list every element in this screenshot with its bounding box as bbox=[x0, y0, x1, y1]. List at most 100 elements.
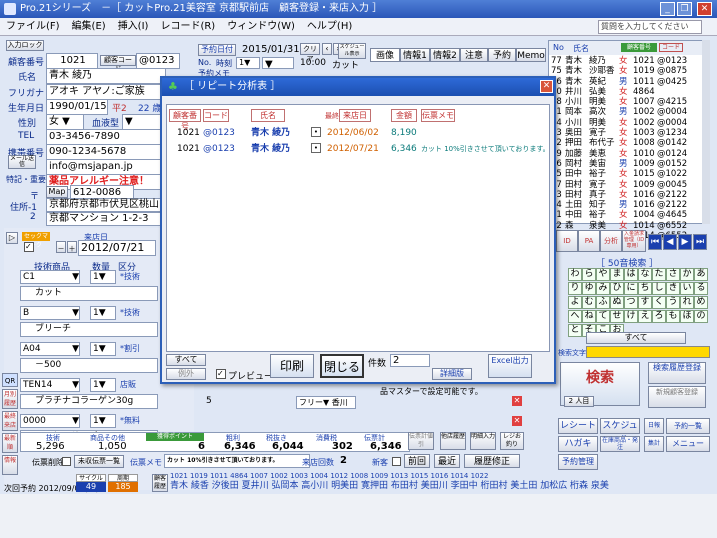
item-name[interactable]: ブリーチ bbox=[20, 322, 158, 337]
visit-next-button[interactable]: ＋ bbox=[67, 241, 77, 253]
sex-select[interactable]: 女 ▼ bbox=[46, 114, 84, 130]
other-history-button[interactable]: 他店履歴 bbox=[440, 432, 466, 450]
list-scrollbar[interactable] bbox=[702, 40, 710, 224]
reserve-list-button[interactable]: 予約一覧 bbox=[666, 418, 710, 434]
visit-prev-button[interactable]: － bbox=[56, 241, 66, 253]
kana-button[interactable]: ら bbox=[582, 268, 596, 281]
stock-button[interactable]: 在庫商品・発注 bbox=[600, 436, 640, 452]
customer-list-row[interactable]: 77 青木 綾乃 女 1021 @0123 bbox=[551, 56, 705, 66]
item-code-select[interactable]: C1 ▼ bbox=[20, 270, 80, 284]
prev-record-button[interactable]: ◀ bbox=[663, 234, 677, 250]
grid-row-name[interactable]: 青木 綾乃 bbox=[251, 143, 290, 155]
item-name[interactable]: －500 bbox=[20, 358, 158, 373]
clear-button[interactable]: クリア bbox=[300, 43, 320, 63]
item-code-select[interactable]: B ▼ bbox=[20, 306, 80, 320]
first-record-button[interactable]: ⏮ bbox=[648, 234, 662, 250]
kana-button[interactable]: か bbox=[680, 268, 694, 281]
kana-button[interactable]: ふ bbox=[596, 296, 610, 309]
slot-select-2[interactable]: ▼ bbox=[262, 57, 294, 70]
kana-button[interactable]: ひ bbox=[610, 282, 624, 295]
customer-list-row[interactable]: 70 井川 弘美 女 4864 bbox=[551, 87, 705, 97]
kana-button[interactable]: ゆ bbox=[582, 282, 596, 295]
grid-row-name[interactable]: 青木 綾乃 bbox=[251, 127, 290, 139]
kana-button[interactable]: え bbox=[638, 310, 652, 323]
customer-list-row[interactable]: 75 青木 沙耶香 女 1019 @0875 bbox=[551, 66, 705, 76]
item-code-select[interactable]: TEN14 ▼ bbox=[20, 378, 80, 392]
prev-day-button[interactable]: ‹ bbox=[322, 43, 332, 55]
postcard-button[interactable]: ハガキ bbox=[558, 436, 598, 452]
newest-button[interactable]: 最新順 bbox=[2, 433, 18, 453]
last-visit-button[interactable]: 最終来店 bbox=[2, 411, 18, 431]
schedule-button[interactable]: スケジュール bbox=[600, 418, 640, 445]
kana-button[interactable]: あ bbox=[694, 268, 708, 281]
kana-button[interactable]: や bbox=[596, 268, 610, 281]
kana-button[interactable]: に bbox=[624, 282, 638, 295]
kana-button[interactable]: よ bbox=[568, 296, 582, 309]
preview-checkbox[interactable]: ✓ bbox=[216, 369, 226, 379]
detail-input-button[interactable]: 明細入力 bbox=[470, 432, 496, 450]
grid-row-detail-icon[interactable]: • bbox=[311, 143, 321, 153]
item-code-select[interactable]: 0000 ▼ bbox=[20, 414, 80, 428]
kana-button[interactable]: り bbox=[568, 282, 582, 295]
customer-list-row[interactable]: 64 土田 知子 男 1016 @2122 bbox=[551, 200, 705, 210]
kana-button[interactable]: さ bbox=[666, 268, 680, 281]
customer-list-row[interactable]: 71 岡本 高次 男 1002 @0004 bbox=[551, 107, 705, 117]
customer-list-row[interactable]: 61 中田 裕子 女 1004 @4645 bbox=[551, 210, 705, 220]
mail-field[interactable]: info@msjapan.jp bbox=[46, 159, 166, 175]
monthly-history-button[interactable]: 月別履歴 bbox=[2, 389, 18, 409]
customer-list-row[interactable]: 67 田村 寛子 女 1009 @0045 bbox=[551, 180, 705, 190]
tab-id[interactable]: ID bbox=[556, 230, 578, 252]
customer-list-row[interactable]: 69 加藤 美恵 女 1010 @0124 bbox=[551, 149, 705, 159]
kana-button[interactable]: な bbox=[638, 268, 652, 281]
kana-button[interactable]: の bbox=[694, 310, 708, 323]
last-record-button[interactable]: ⏭ bbox=[693, 234, 707, 250]
help-search-input[interactable]: 質問を入力してください bbox=[598, 20, 702, 34]
delete-row-icon[interactable]: ✕ bbox=[512, 396, 522, 406]
grid-row-detail-icon[interactable]: • bbox=[311, 127, 321, 137]
customer-id-field[interactable]: 1021 bbox=[46, 53, 98, 69]
slot-select[interactable]: 1▼ bbox=[236, 57, 260, 69]
kana-button[interactable]: き bbox=[666, 282, 680, 295]
birth-field[interactable]: 1990/01/15 bbox=[46, 99, 108, 115]
history-fix-button[interactable]: 履歴修正 bbox=[464, 454, 520, 468]
reserve-date-button[interactable]: 予約日付 bbox=[198, 44, 236, 56]
name-field[interactable]: 青木 綾乃 bbox=[46, 68, 166, 84]
excel-export-button[interactable]: Excel出力 bbox=[488, 354, 532, 378]
kana-button[interactable]: ね bbox=[582, 310, 596, 323]
dialog-all-button[interactable]: すべて bbox=[166, 354, 206, 366]
detail-version-button[interactable]: 詳細版 bbox=[432, 368, 472, 380]
info-button[interactable]: 情報 bbox=[2, 455, 18, 475]
recent-names[interactable]: 青木 綾香 汐後田 夏井川 弘岡本 高小川 明美田 寛押田 布田村 美田川 李田… bbox=[170, 480, 710, 492]
kana-button[interactable]: ち bbox=[638, 282, 652, 295]
kana-button[interactable]: み bbox=[596, 282, 610, 295]
item-name[interactable]: プラチナコラーゲン30g bbox=[20, 394, 158, 409]
kana-button[interactable]: ま bbox=[610, 268, 624, 281]
kana-button[interactable]: く bbox=[652, 296, 666, 309]
customer-list-row[interactable]: 63 田村 真子 女 1016 @2122 bbox=[551, 190, 705, 200]
customer-list-row[interactable]: 72 押田 布代子 女 1008 @0142 bbox=[551, 138, 705, 148]
slip-memo-field[interactable]: カット 10%引きさせて頂いております。 bbox=[164, 454, 310, 468]
map-button[interactable]: Map bbox=[46, 186, 68, 198]
item-qty-select[interactable]: 1▼ bbox=[90, 270, 116, 284]
kana-button[interactable]: い bbox=[680, 282, 694, 295]
restore-button[interactable]: ❐ bbox=[677, 2, 692, 16]
tab-analysis[interactable]: 分析 bbox=[600, 230, 622, 252]
visit-checkbox[interactable]: ✓ bbox=[24, 242, 34, 252]
kana-button[interactable]: ろ bbox=[652, 310, 666, 323]
menu-window[interactable]: ウィンドウ(W) bbox=[221, 21, 301, 32]
latest-button[interactable]: 最近 bbox=[434, 454, 460, 468]
kana-all-button[interactable]: すべて bbox=[586, 332, 686, 344]
address1-field[interactable]: 京都府京都市伏見区桃山 bbox=[46, 198, 166, 212]
qr-button[interactable]: QR bbox=[2, 373, 18, 387]
staff-select[interactable]: フリー▼ 香川 bbox=[296, 396, 356, 409]
tab-memo[interactable]: Memo bbox=[516, 48, 546, 62]
tel-field[interactable]: 03-3456-7890 bbox=[46, 129, 166, 145]
customer-list-row[interactable]: 66 岡村 美宙 男 1009 @0152 bbox=[551, 159, 705, 169]
previous-button[interactable]: 前回 bbox=[404, 454, 430, 468]
kana-button[interactable]: め bbox=[694, 296, 708, 309]
tab-caution[interactable]: 注意 bbox=[460, 48, 488, 62]
search-text-input[interactable] bbox=[586, 346, 710, 358]
kana-button[interactable]: て bbox=[596, 310, 610, 323]
close-window-button[interactable]: ✕ bbox=[697, 2, 712, 16]
kana-button[interactable]: た bbox=[652, 268, 666, 281]
